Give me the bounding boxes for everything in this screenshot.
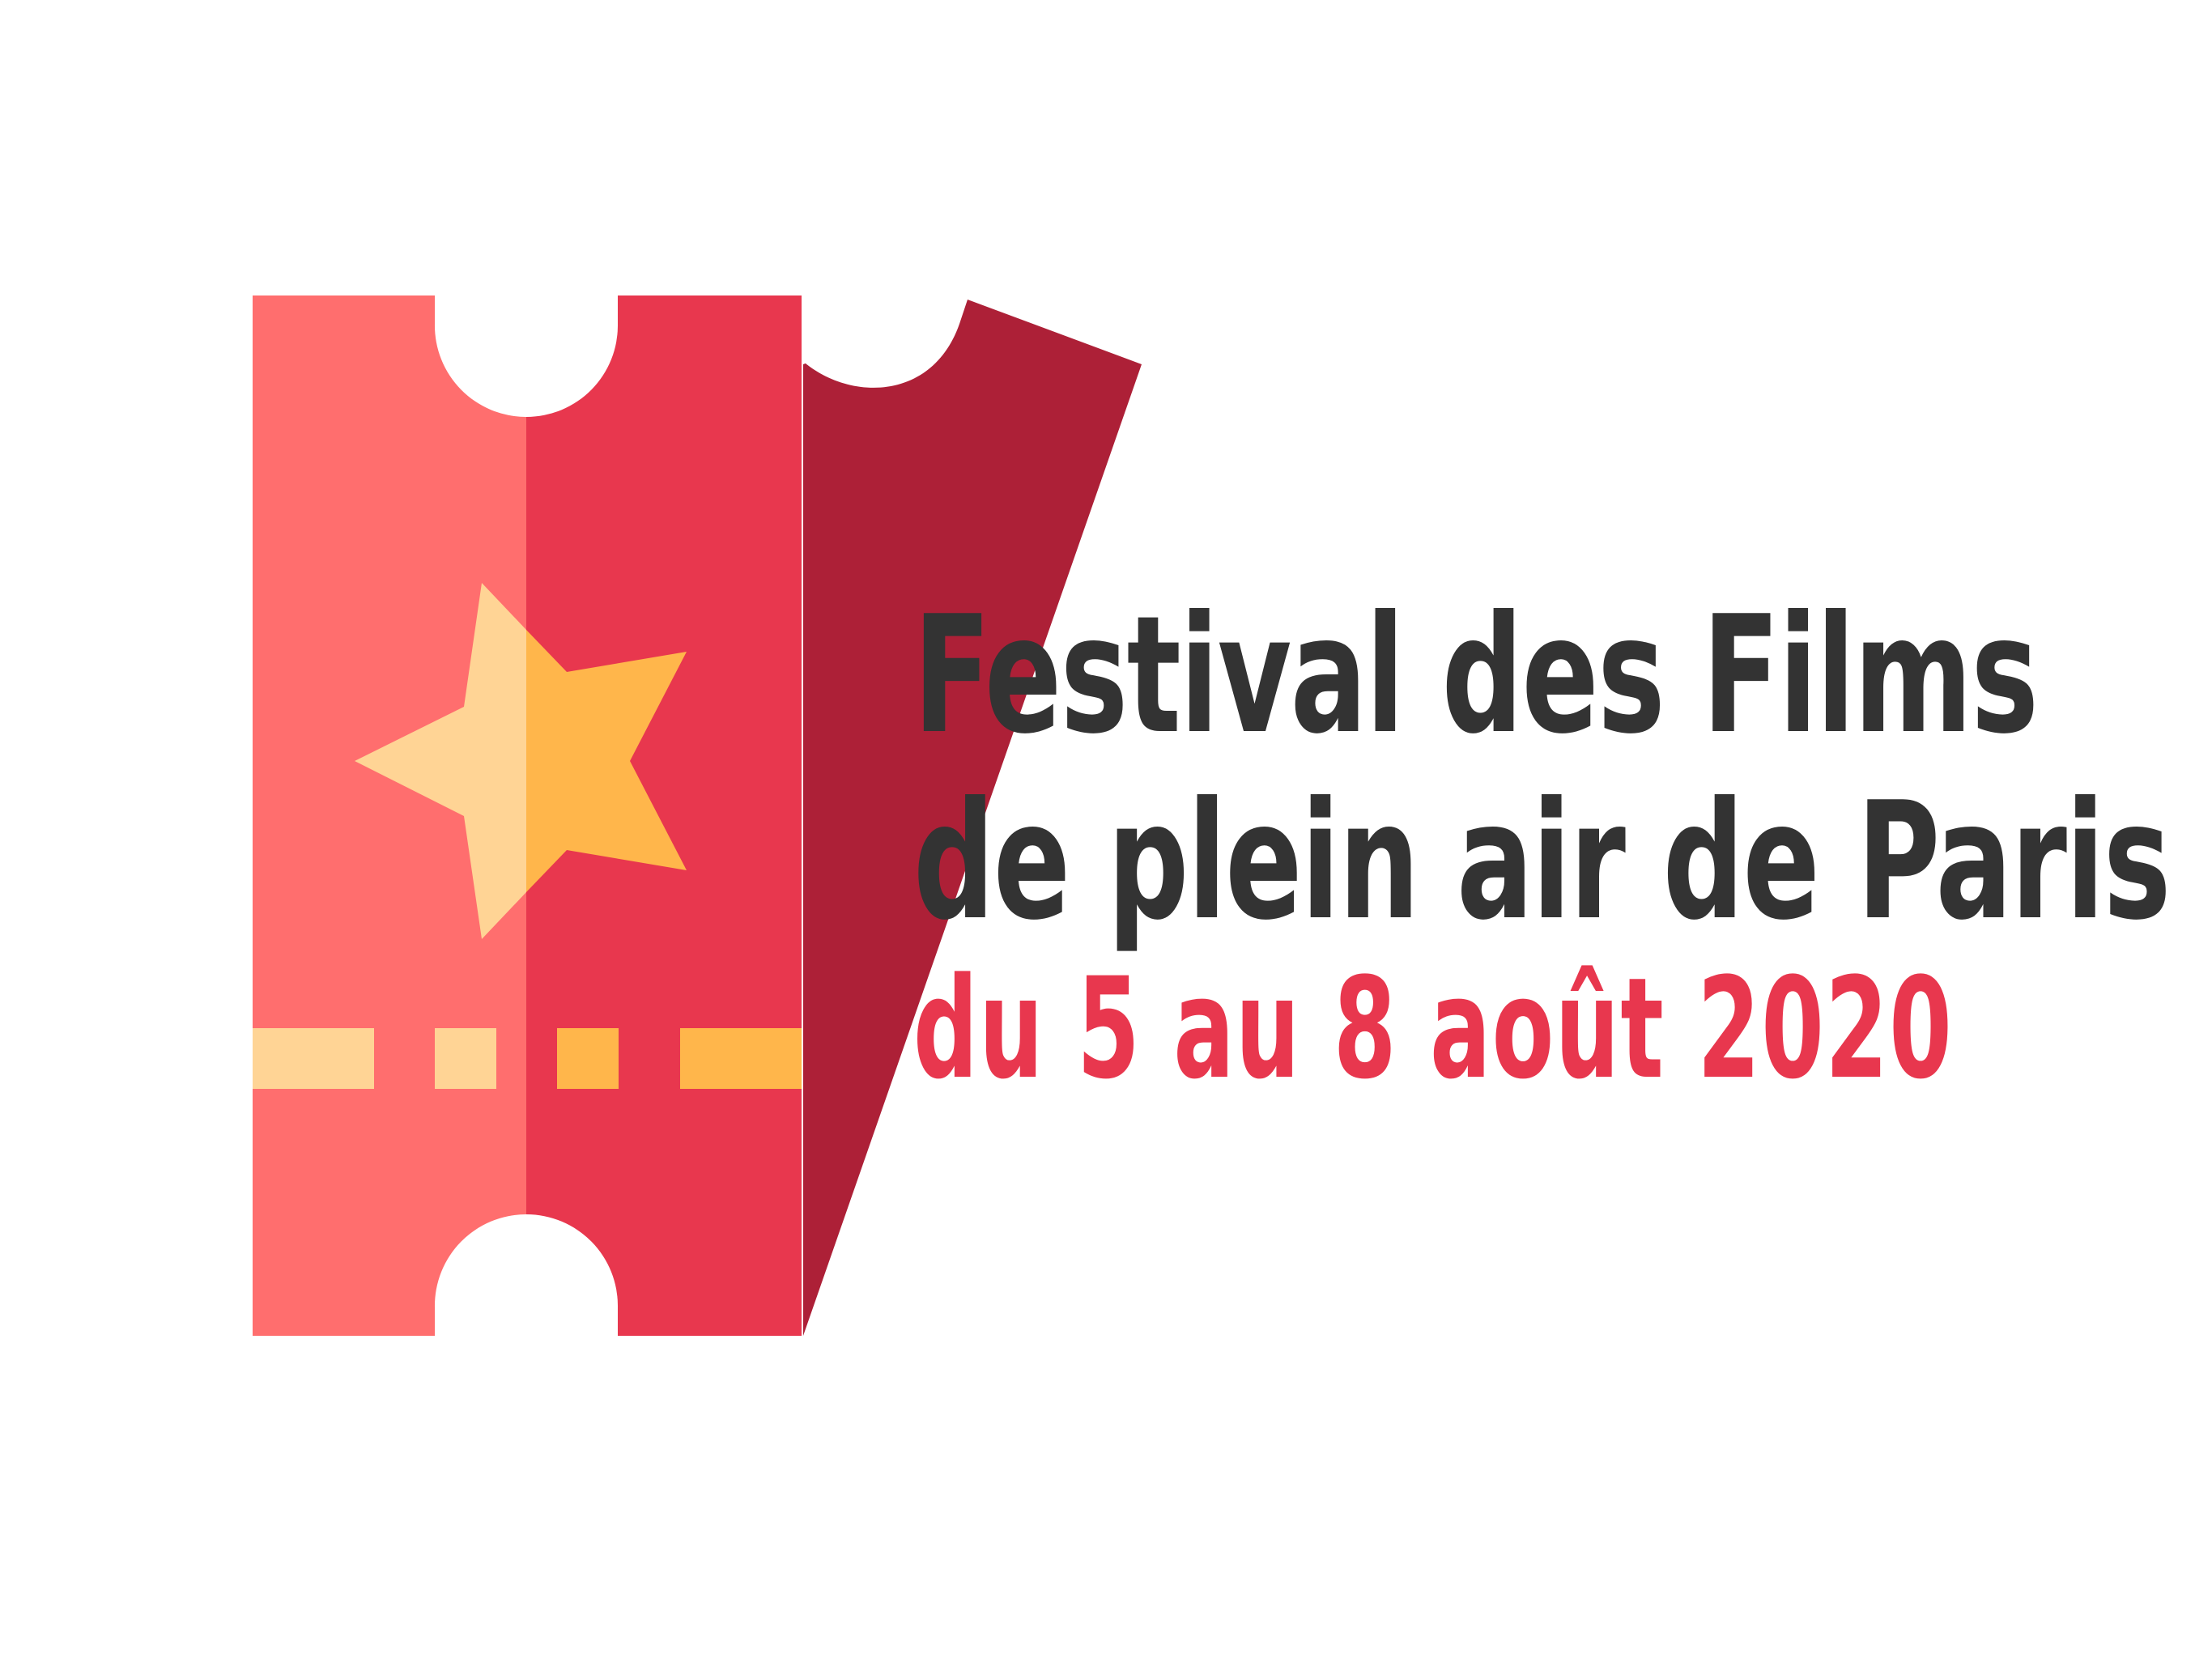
festival-poster: Festival des Films de plein air de Paris…: [0, 0, 2212, 1658]
strip-dash-3: [557, 1028, 619, 1089]
festival-title-line-1: Festival des Films: [913, 581, 2039, 770]
festival-title-line-2: de plein air de Paris: [913, 767, 2171, 956]
strip-dash-4: [680, 1028, 802, 1089]
festival-dates: du 5 au 8 août 2020: [913, 947, 1954, 1110]
strip-dash-2: [435, 1028, 496, 1089]
strip-dash-1: [253, 1028, 374, 1089]
